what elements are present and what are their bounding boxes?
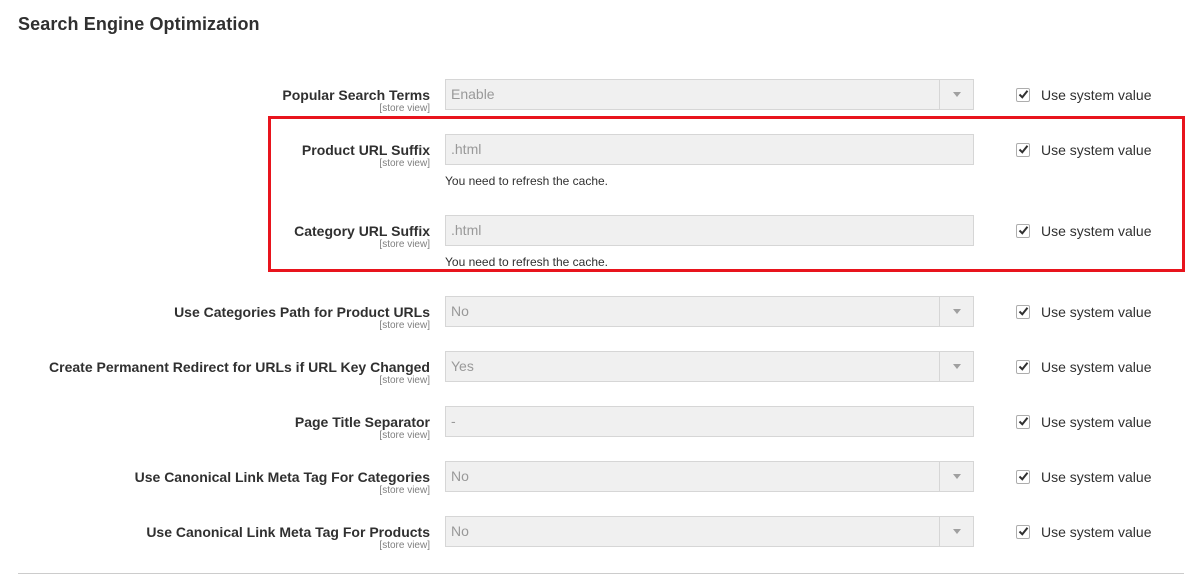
scope-label: [store view] xyxy=(379,103,430,114)
dropdown-arrow-icon xyxy=(939,517,973,546)
field-label: Use Canonical Link Meta Tag For Categori… xyxy=(134,469,430,485)
use-system-value-checkbox[interactable] xyxy=(1016,415,1030,429)
select-value: No xyxy=(451,523,469,539)
use-system-value-toggle[interactable]: Use system value xyxy=(1016,414,1151,430)
use-system-value-label: Use system value xyxy=(1041,414,1152,430)
field-label-block: Popular Search Terms [store view] xyxy=(0,87,430,114)
field-label: Use Categories Path for Product URLs xyxy=(174,304,430,320)
select-value: No xyxy=(451,468,469,484)
field-label-block: Page Title Separator [store view] xyxy=(0,414,430,441)
use-system-value-toggle[interactable]: Use system value xyxy=(1016,87,1151,103)
checkmark-icon xyxy=(1018,362,1029,371)
checkmark-icon xyxy=(1018,417,1029,426)
dropdown-arrow-icon xyxy=(939,297,973,326)
field-label: Create Permanent Redirect for URLs if UR… xyxy=(49,359,430,375)
select-value: Enable xyxy=(451,86,495,102)
select-value: No xyxy=(451,303,469,319)
use-system-value-checkbox[interactable] xyxy=(1016,525,1030,539)
permanent-redirect-select[interactable]: Yes xyxy=(445,351,974,382)
field-label-block: Use Canonical Link Meta Tag For Categori… xyxy=(0,469,430,496)
seo-config-page: Search Engine Optimization Popular Searc… xyxy=(0,0,1202,576)
canonical-categories-select[interactable]: No xyxy=(445,461,974,492)
use-system-value-label: Use system value xyxy=(1041,469,1152,485)
field-label-block: Create Permanent Redirect for URLs if UR… xyxy=(0,359,430,386)
use-system-value-label: Use system value xyxy=(1041,304,1152,320)
checkmark-icon xyxy=(1018,472,1029,481)
input-value: - xyxy=(451,413,456,429)
use-system-value-checkbox[interactable] xyxy=(1016,470,1030,484)
scope-label: [store view] xyxy=(379,485,430,496)
select-value: Yes xyxy=(451,358,474,374)
use-system-value-label: Use system value xyxy=(1041,359,1152,375)
dropdown-arrow-icon xyxy=(939,462,973,491)
field-label: Use Canonical Link Meta Tag For Products xyxy=(146,524,430,540)
checkmark-icon xyxy=(1018,307,1029,316)
scope-label: [store view] xyxy=(379,375,430,386)
use-categories-path-select[interactable]: No xyxy=(445,296,974,327)
dropdown-arrow-icon xyxy=(939,352,973,381)
field-label-block: Use Categories Path for Product URLs [st… xyxy=(0,304,430,331)
use-system-value-toggle[interactable]: Use system value xyxy=(1016,304,1151,320)
highlight-annotation-box xyxy=(268,116,1185,272)
use-system-value-checkbox[interactable] xyxy=(1016,88,1030,102)
scope-label: [store view] xyxy=(379,430,430,441)
field-label: Page Title Separator xyxy=(294,414,430,430)
section-title[interactable]: Search Engine Optimization xyxy=(18,14,260,35)
page-title-separator-input[interactable]: - xyxy=(445,406,974,437)
field-label-block: Use Canonical Link Meta Tag For Products… xyxy=(0,524,430,551)
use-system-value-toggle[interactable]: Use system value xyxy=(1016,359,1151,375)
popular-search-terms-select[interactable]: Enable xyxy=(445,79,974,110)
use-system-value-checkbox[interactable] xyxy=(1016,360,1030,374)
scope-label: [store view] xyxy=(379,320,430,331)
dropdown-arrow-icon xyxy=(939,80,973,109)
section-divider xyxy=(18,573,1184,574)
use-system-value-label: Use system value xyxy=(1041,87,1152,103)
use-system-value-checkbox[interactable] xyxy=(1016,305,1030,319)
checkmark-icon xyxy=(1018,527,1029,536)
use-system-value-toggle[interactable]: Use system value xyxy=(1016,524,1151,540)
scope-label: [store view] xyxy=(379,540,430,551)
use-system-value-toggle[interactable]: Use system value xyxy=(1016,469,1151,485)
field-label: Popular Search Terms xyxy=(282,87,430,103)
canonical-products-select[interactable]: No xyxy=(445,516,974,547)
use-system-value-label: Use system value xyxy=(1041,524,1152,540)
checkmark-icon xyxy=(1018,90,1029,99)
